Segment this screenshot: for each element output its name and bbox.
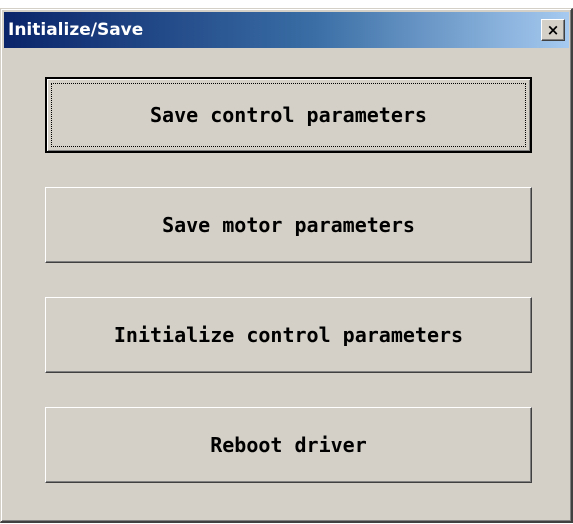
initialize-control-parameters-button[interactable]: Initialize control parameters bbox=[45, 297, 532, 373]
save-control-parameters-button[interactable]: Save control parameters bbox=[45, 77, 532, 153]
close-button[interactable]: × bbox=[541, 19, 565, 41]
title-bar[interactable]: Initialize/Save × bbox=[4, 12, 569, 48]
button-label: Save motor parameters bbox=[162, 213, 415, 237]
reboot-driver-button[interactable]: Reboot driver bbox=[45, 407, 532, 483]
window-title: Initialize/Save bbox=[8, 20, 144, 40]
initialize-save-dialog: Initialize/Save × Save control parameter… bbox=[0, 8, 573, 523]
button-label: Initialize control parameters bbox=[113, 323, 464, 347]
close-icon: × bbox=[546, 20, 560, 39]
button-label: Reboot driver bbox=[210, 433, 367, 457]
button-label: Save control parameters bbox=[150, 103, 427, 127]
save-motor-parameters-button[interactable]: Save motor parameters bbox=[45, 187, 532, 263]
